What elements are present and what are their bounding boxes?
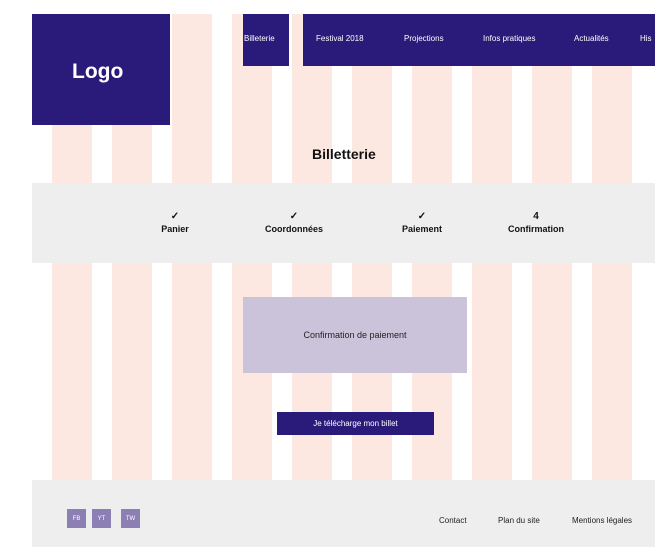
grid-column — [592, 14, 632, 547]
check-icon: ✓ — [417, 211, 427, 222]
grid-column — [412, 14, 452, 547]
footer-link-plan-du-site[interactable]: Plan du site — [498, 516, 540, 525]
nav-item-projections[interactable]: Projections — [404, 34, 444, 43]
nav-item-actualites[interactable]: Actualités — [574, 34, 609, 43]
grid-column — [232, 14, 272, 547]
step-panier: ✓ Panier — [161, 211, 189, 235]
confirmation-card: Confirmation de paiement — [243, 297, 467, 373]
footer: FB YT TW Contact Plan du site Mentions l… — [32, 480, 655, 547]
step-confirmation: 4 Confirmation — [508, 211, 564, 235]
footer-link-mentions-legales[interactable]: Mentions légales — [572, 516, 632, 525]
nav-item-infos-pratiques[interactable]: Infos pratiques — [483, 34, 535, 43]
check-icon: ✓ — [170, 211, 180, 222]
check-icon: ✓ — [289, 211, 299, 222]
step-label: Coordonnées — [264, 224, 324, 234]
grid-column — [292, 14, 332, 547]
grid-column — [532, 14, 572, 547]
confirmation-message: Confirmation de paiement — [303, 330, 407, 340]
step-label: Confirmation — [508, 224, 564, 234]
grid-column — [352, 14, 392, 547]
nav-item-histoire[interactable]: His — [640, 34, 652, 43]
nav-item-festival-2018[interactable]: Festival 2018 — [316, 34, 364, 43]
page-title: Billetterie — [312, 146, 376, 162]
download-ticket-button[interactable]: Je télécharge mon billet — [277, 412, 434, 435]
grid-column — [172, 14, 212, 547]
grid-column — [472, 14, 512, 547]
nav-item-billeterie[interactable]: Billeterie — [244, 34, 275, 43]
twitter-icon[interactable]: TW — [121, 509, 140, 528]
step-number: 4 — [533, 211, 539, 222]
step-label: Panier — [161, 224, 189, 234]
logo[interactable]: Logo — [32, 14, 170, 125]
youtube-icon[interactable]: YT — [92, 509, 111, 528]
checkout-steps: ✓ Panier ✓ Coordonnées ✓ Paiement 4 Conf… — [32, 183, 655, 263]
footer-link-contact[interactable]: Contact — [439, 516, 467, 525]
step-coordonnees: ✓ Coordonnées — [264, 211, 324, 235]
step-label: Paiement — [401, 224, 443, 234]
logo-text: Logo — [72, 60, 124, 83]
page: Logo Billeterie Festival 2018 Projection… — [32, 14, 655, 547]
step-paiement: ✓ Paiement — [401, 211, 443, 235]
facebook-icon[interactable]: FB — [67, 509, 86, 528]
